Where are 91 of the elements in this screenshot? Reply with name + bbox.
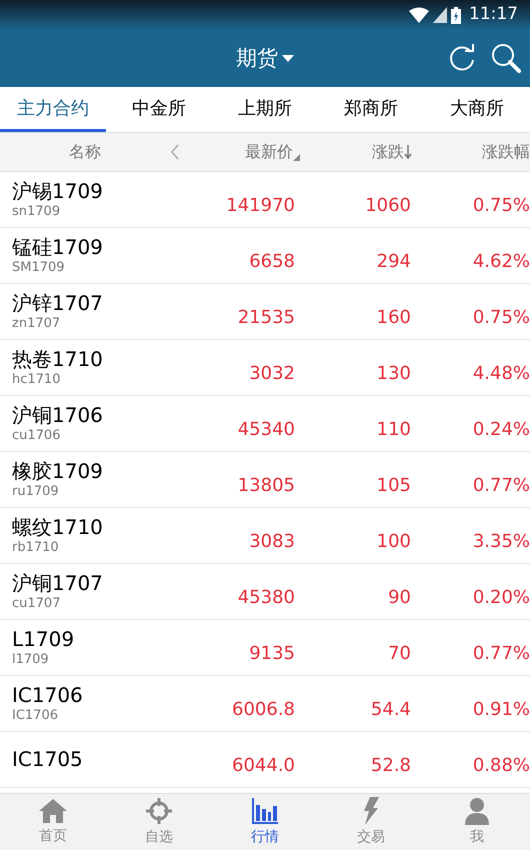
percent-cell-text: 0.75%: [472, 306, 530, 330]
wifi-icon: [409, 7, 429, 23]
search-icon: [491, 43, 521, 73]
quote-row[interactable]: 橡胶1709 ru1709 13805 105 0.77%: [0, 452, 530, 508]
percent-cell-text: 4.62%: [472, 250, 530, 274]
percent-cell-text: 0.77%: [472, 474, 530, 498]
percent-cell-text: 4.48%: [472, 362, 530, 386]
price-cell-text: 3083: [249, 530, 295, 554]
price-cell-text: 45340: [238, 418, 295, 442]
change-cell-text: 105: [376, 474, 411, 498]
bar-chart-icon: [251, 796, 279, 824]
crosshair-icon: [145, 796, 173, 824]
change-cell-text: 90: [388, 586, 411, 610]
percent-cell-text: 0.75%: [472, 194, 530, 218]
quote-row[interactable]: 沪铜1706 cu1706 45340 110 0.24%: [0, 396, 530, 452]
price-cell-text: 6044.0: [232, 754, 295, 778]
price-cell-text: 13805: [238, 474, 295, 498]
chevron-left-icon: [170, 144, 180, 160]
sort-down-arrow-icon: [404, 145, 412, 159]
contract-code: IC1706: [12, 708, 59, 724]
column-header[interactable]: 涨跌幅: [482, 140, 530, 164]
change-cell-text: 52.8: [370, 754, 411, 778]
quote-row[interactable]: 锰硅1709 SM1709 6658 294 4.62%: [0, 228, 530, 284]
price-cell-text: 45380: [238, 586, 295, 610]
quote-row[interactable]: 沪铜1707 cu1707 45380 90 0.20%: [0, 564, 530, 620]
contract-code: cu1706: [12, 428, 62, 444]
quote-row[interactable]: L1709 l1709 9135 70 0.77%: [0, 620, 530, 676]
change-cell-text: 160: [376, 306, 411, 330]
contract-name: 热卷1710: [12, 347, 104, 372]
percent-cell-text: 0.20%: [472, 586, 530, 610]
quote-row[interactable]: 沪锡1709 sn1709 141970 1060 0.75%: [0, 172, 530, 228]
exchange-tab[interactable]: 中金所: [106, 87, 212, 132]
battery-icon: [451, 6, 461, 24]
quote-row[interactable]: IC1705 6044.0 52.8 0.88%: [0, 732, 530, 788]
contract-name: 沪铜1707: [12, 571, 104, 596]
contract-name: L1709: [12, 627, 76, 652]
quote-row[interactable]: 沪锌1707 zn1707 21535 160 0.75%: [0, 284, 530, 340]
contract-code: SM1709: [12, 260, 66, 276]
change-cell-text: 294: [376, 250, 411, 274]
contract-code: rb1710: [12, 540, 60, 556]
caret-down-icon: [282, 55, 294, 62]
contract-name: IC1705: [12, 747, 84, 772]
contract-code: hc1710: [12, 372, 62, 388]
nav-tab[interactable]: 行情: [212, 794, 318, 850]
change-cell-text: 110: [376, 418, 411, 442]
change-cell-text: 100: [376, 530, 411, 554]
contract-code: ru1709: [12, 484, 60, 500]
sort-triangle-icon: [293, 154, 300, 161]
contract-name: IC1706: [12, 683, 84, 708]
refresh-icon: [448, 44, 476, 72]
percent-cell-text: 0.77%: [472, 642, 530, 666]
contract-code: sn1709: [12, 204, 62, 220]
percent-cell-text: 0.91%: [472, 698, 530, 722]
column-header[interactable]: 涨跌: [372, 140, 404, 164]
change-cell-text: 1060: [365, 194, 411, 218]
clock-time: 11:17: [469, 3, 518, 26]
contract-name: 螺纹1710: [12, 515, 104, 540]
price-cell-text: 6006.8: [232, 698, 295, 722]
percent-cell-text: 3.35%: [472, 530, 530, 554]
column-header[interactable]: 名称: [0, 140, 170, 164]
quote-row[interactable]: IC1706 IC1706 6006.8 54.4 0.91%: [0, 676, 530, 732]
price-cell-text: 6658: [249, 250, 295, 274]
price-cell-text: 141970: [226, 194, 295, 218]
user-icon: [464, 796, 490, 824]
contract-code: zn1707: [12, 316, 62, 332]
home-icon: [38, 798, 68, 824]
change-cell-text: 130: [376, 362, 411, 386]
contract-name: 沪锌1707: [12, 291, 104, 316]
contract-name: 橡胶1709: [12, 459, 104, 484]
percent-cell-text: 0.24%: [472, 418, 530, 442]
search-button[interactable]: [490, 42, 522, 74]
contract-name: 沪锡1709: [12, 179, 104, 204]
exchange-tab[interactable]: 郑商所: [318, 87, 424, 132]
change-cell-text: 54.4: [370, 698, 411, 722]
contract-name: 沪铜1706: [12, 403, 104, 428]
contract-code: l1709: [12, 652, 50, 668]
column-header[interactable]: 最新价: [245, 140, 293, 164]
quote-row[interactable]: 螺纹1710 rb1710 3083 100 3.35%: [0, 508, 530, 564]
exchange-tab[interactable]: 上期所: [212, 87, 318, 132]
signal-icon: [433, 7, 447, 23]
price-cell-text: 21535: [238, 306, 295, 330]
contract-name: 锰硅1709: [12, 235, 104, 260]
price-cell-text: 9135: [249, 642, 295, 666]
quote-row[interactable]: 热卷1710 hc1710 3032 130 4.48%: [0, 340, 530, 396]
price-cell-text: 3032: [249, 362, 295, 386]
title-dropdown[interactable]: 期货: [236, 42, 294, 74]
contract-code: cu1707: [12, 596, 62, 612]
percent-cell-text: 0.88%: [472, 754, 530, 778]
lightning-icon: [362, 796, 380, 824]
change-cell-text: 70: [388, 642, 411, 666]
exchange-tab[interactable]: 大商所: [424, 87, 530, 132]
